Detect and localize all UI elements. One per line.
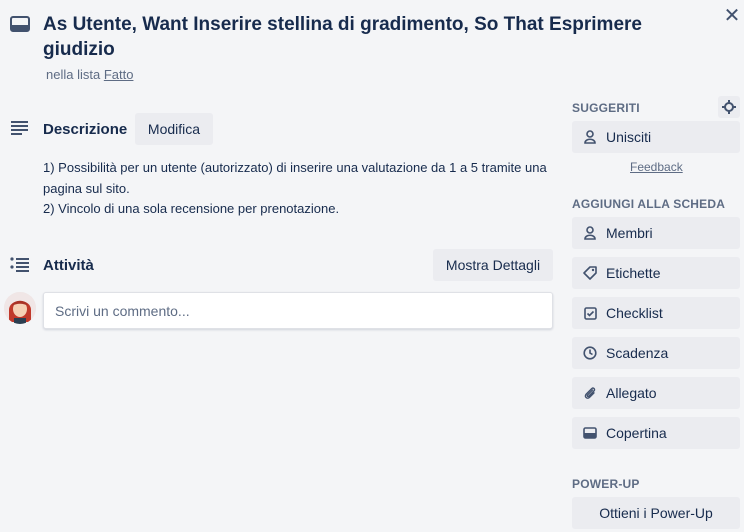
- clock-icon: [582, 345, 598, 361]
- suggested-heading: SUGGERITI: [572, 101, 640, 115]
- join-label: Unisciti: [606, 129, 652, 145]
- labels-button[interactable]: Etichette: [572, 257, 740, 289]
- due-date-button[interactable]: Scadenza: [572, 337, 740, 369]
- tag-icon: [582, 265, 598, 281]
- card-title[interactable]: As Utente, Want Inserire stellina di gra…: [43, 12, 683, 62]
- description-line: 1) Possibilità per un utente (autorizzat…: [43, 160, 547, 196]
- labels-label: Etichette: [606, 265, 661, 281]
- attachment-label: Allegato: [606, 385, 657, 401]
- list-prefix: nella lista: [46, 67, 101, 82]
- checklist-icon: [582, 305, 598, 321]
- list-info: nella lista Fatto: [46, 67, 133, 82]
- activity-heading: Attività: [43, 257, 94, 274]
- edit-description-button[interactable]: Modifica: [135, 113, 213, 145]
- join-button[interactable]: Unisciti: [572, 121, 740, 153]
- feedback-link[interactable]: Feedback: [630, 160, 683, 174]
- close-icon[interactable]: ✕: [722, 6, 742, 26]
- description-icon: [10, 120, 30, 136]
- activity-icon: [10, 257, 30, 273]
- person-icon: [582, 129, 598, 145]
- description-line: 2) Vincolo di una sola recensione per pr…: [43, 201, 340, 216]
- comment-input[interactable]: [43, 292, 553, 329]
- gear-icon[interactable]: [718, 96, 740, 118]
- person-icon: [582, 225, 598, 241]
- card-icon: [10, 15, 30, 33]
- avatar[interactable]: [4, 292, 36, 324]
- checklist-button[interactable]: Checklist: [572, 297, 740, 329]
- members-label: Membri: [606, 225, 653, 241]
- list-link[interactable]: Fatto: [104, 67, 134, 82]
- powerup-heading: POWER-UP: [572, 477, 640, 491]
- description-heading: Descrizione: [43, 121, 128, 138]
- members-button[interactable]: Membri: [572, 217, 740, 249]
- cover-icon: [582, 425, 598, 441]
- add-to-card-heading: AGGIUNGI ALLA SCHEDA: [572, 197, 726, 211]
- cover-label: Copertina: [606, 425, 667, 441]
- checklist-label: Checklist: [606, 305, 663, 321]
- paperclip-icon: [582, 385, 598, 401]
- due-date-label: Scadenza: [606, 345, 669, 361]
- show-details-button[interactable]: Mostra Dettagli: [433, 249, 553, 281]
- get-powerups-button[interactable]: Ottieni i Power-Up: [572, 497, 740, 529]
- attachment-button[interactable]: Allegato: [572, 377, 740, 409]
- cover-button[interactable]: Copertina: [572, 417, 740, 449]
- description-text[interactable]: 1) Possibilità per un utente (autorizzat…: [43, 158, 563, 220]
